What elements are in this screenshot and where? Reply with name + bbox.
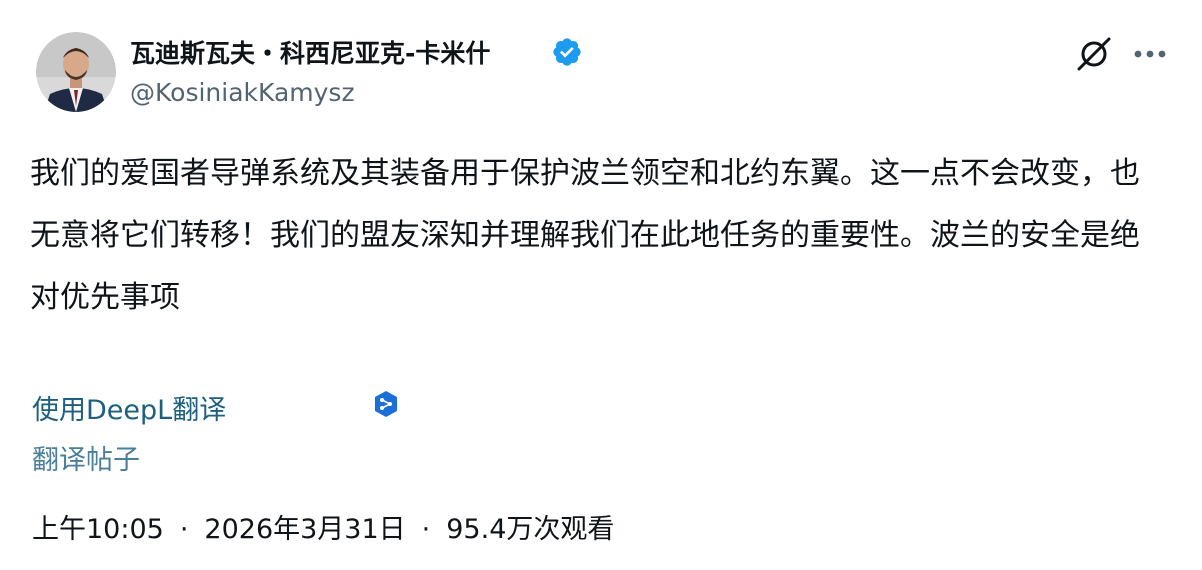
grok-icon[interactable]	[1074, 34, 1114, 74]
post-time[interactable]: 上午10:05	[32, 514, 164, 545]
meta-separator: ·	[179, 514, 189, 545]
deepl-translate-link[interactable]: 使用DeepL翻译	[32, 388, 226, 427]
more-dots-icon[interactable]	[1128, 34, 1172, 74]
tweet-card: 瓦迪斯瓦夫・科西尼亚克-卡米什 @KosiniakKamysz 我们的爱国者导弹…	[0, 0, 1202, 570]
meta-separator-2: ·	[421, 514, 431, 545]
display-name[interactable]: 瓦迪斯瓦夫・科西尼亚克-卡米什	[130, 34, 490, 70]
tweet-meta: 上午10:05 · 2026年3月31日 · 95.4万次观看	[32, 507, 614, 546]
author-handle[interactable]: @KosiniakKamysz	[130, 78, 355, 107]
tweet-text: 我们的爱国者导弹系统及其装备用于保护波兰领空和北约东翼。这一点不会改变，也无意将…	[30, 156, 1140, 315]
translate-post-link[interactable]: 翻译帖子	[32, 438, 140, 477]
deepl-icon[interactable]	[372, 390, 400, 418]
post-date[interactable]: 2026年3月31日	[204, 514, 405, 545]
verified-badge-icon[interactable]	[551, 36, 583, 68]
avatar[interactable]	[36, 32, 116, 112]
avatar-image	[36, 32, 116, 112]
view-count: 95.4万次观看	[446, 514, 615, 545]
